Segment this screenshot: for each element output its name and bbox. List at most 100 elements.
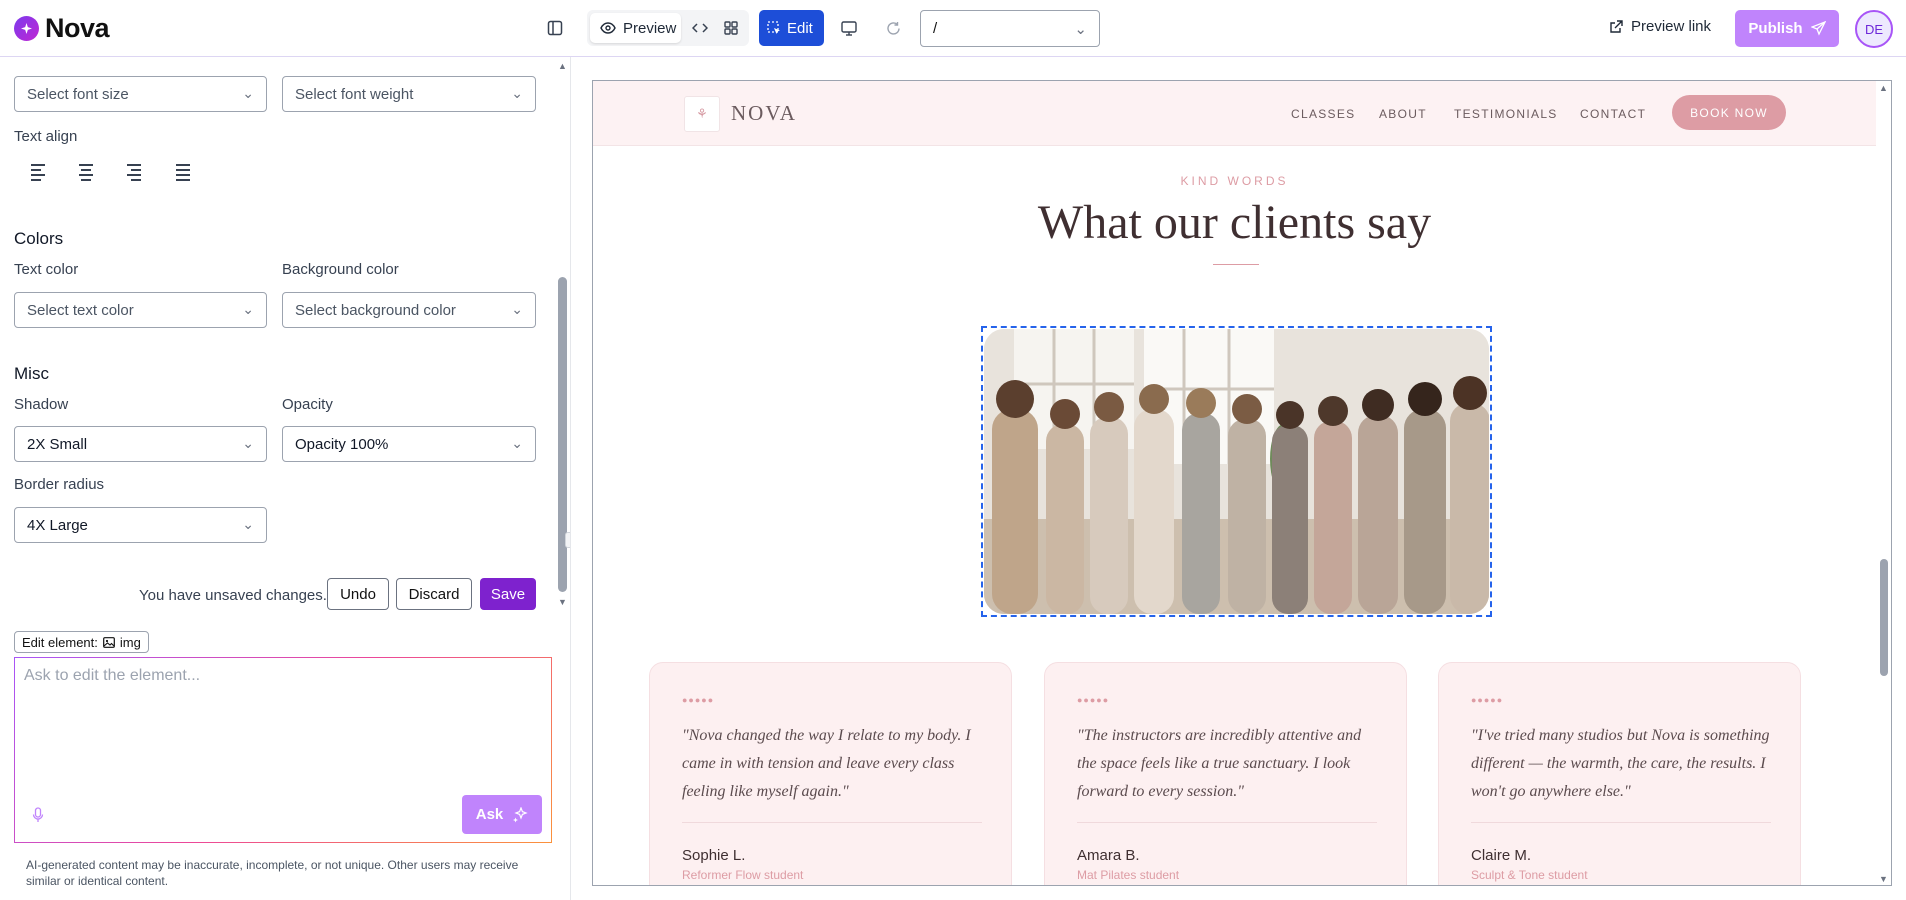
chevron-down-icon: ⌄ — [511, 435, 523, 451]
preview-mode-button[interactable]: Preview — [590, 13, 681, 43]
resize-handle-icon[interactable]: ⁞ — [565, 532, 570, 548]
opacity-value: Opacity 100% — [295, 436, 389, 453]
font-size-placeholder: Select font size — [27, 86, 129, 103]
scroll-up-icon[interactable]: ▲ — [1879, 83, 1888, 93]
page-path-value: / — [933, 20, 938, 37]
title-divider — [1213, 264, 1259, 265]
card-divider — [1471, 822, 1771, 823]
preview-link-button[interactable]: Preview link — [1609, 18, 1711, 35]
font-weight-select[interactable]: Select font weight ⌄ — [282, 76, 536, 112]
nav-link-testimonials[interactable]: TESTIMONIALS — [1454, 107, 1558, 121]
background-color-placeholder: Select background color — [295, 302, 456, 319]
app-logo[interactable]: Nova — [14, 13, 110, 44]
chevron-down-icon: ⌄ — [511, 301, 523, 317]
top-toolbar: Nova Preview Edit / ⌄ Preview link Publi… — [0, 0, 1906, 57]
site-logo-icon[interactable]: ⚘ — [684, 96, 720, 132]
edit-element-label: Edit element: — [22, 634, 98, 650]
testimonial-quote: "Nova changed the way I relate to my bod… — [682, 727, 971, 800]
text-color-label: Text color — [14, 261, 79, 278]
text-color-select[interactable]: Select text color ⌄ — [14, 292, 267, 328]
scroll-down-icon[interactable]: ▼ — [1879, 874, 1888, 884]
chevron-down-icon: ⌄ — [242, 435, 254, 451]
sidebar-toggle-icon[interactable] — [543, 16, 567, 40]
publish-button[interactable]: Publish — [1735, 10, 1839, 47]
book-now-button[interactable]: BOOK NOW — [1672, 95, 1786, 130]
chevron-down-icon: ⌄ — [242, 85, 254, 101]
site-brand[interactable]: NOVA — [731, 101, 797, 126]
chevron-down-icon: ⌄ — [242, 516, 254, 532]
nav-link-about[interactable]: ABOUT — [1379, 107, 1427, 121]
align-left-icon[interactable] — [31, 164, 49, 181]
discard-button[interactable]: Discard — [396, 578, 472, 610]
ask-input[interactable]: Ask to edit the element... Ask — [14, 657, 552, 843]
rating-dots: ●●●●● — [682, 695, 715, 705]
unsaved-changes-text: You have unsaved changes. — [139, 587, 327, 604]
background-color-label: Background color — [282, 261, 399, 278]
misc-heading: Misc — [14, 364, 49, 383]
code-view-icon[interactable] — [688, 16, 712, 40]
edit-element-chip: Edit element: img — [14, 631, 149, 653]
testimonial-name: Claire M. — [1471, 847, 1532, 864]
sparkles-icon — [513, 806, 528, 822]
border-radius-value: 4X Large — [27, 517, 88, 534]
shadow-select[interactable]: 2X Small ⌄ — [14, 426, 267, 462]
testimonial-quote: "I've tried many studios but Nova is som… — [1471, 727, 1770, 800]
chevron-down-icon: ⌄ — [511, 85, 523, 101]
align-justify-icon[interactable] — [176, 164, 194, 181]
background-color-select[interactable]: Select background color ⌄ — [282, 292, 536, 328]
clients-group-photo[interactable] — [984, 329, 1489, 614]
align-right-icon[interactable] — [127, 164, 145, 181]
panel-scrollbar[interactable]: ▲ ▼ — [557, 57, 569, 612]
components-icon[interactable] — [719, 16, 743, 40]
group-photo-illustration — [984, 329, 1489, 614]
testimonial-card: ●●●●● "I've tried many studios but Nova … — [1438, 662, 1801, 885]
preview-link-label: Preview link — [1631, 18, 1712, 35]
nav-link-classes[interactable]: CLASSES — [1291, 107, 1355, 121]
preview-scrollbar[interactable]: ▲ ▼ — [1877, 81, 1891, 885]
selected-image-outline[interactable] — [981, 326, 1492, 617]
app-name: Nova — [45, 13, 110, 43]
rating-dots: ●●●●● — [1077, 695, 1110, 705]
nav-link-contact[interactable]: CONTACT — [1580, 107, 1646, 121]
page-path-select[interactable]: / ⌄ — [920, 10, 1100, 47]
align-center-icon[interactable] — [79, 164, 97, 181]
view-mode-segment: Preview — [587, 10, 749, 46]
shadow-label: Shadow — [14, 396, 69, 413]
refresh-icon[interactable] — [881, 16, 905, 40]
colors-heading: Colors — [14, 229, 64, 248]
testimonial-card: ●●●●● "The instructors are incredibly at… — [1044, 662, 1407, 885]
shadow-value: 2X Small — [27, 436, 88, 453]
preview-mode-label: Preview — [623, 19, 677, 37]
send-icon — [1810, 21, 1826, 36]
testimonial-role: Sculpt & Tone student — [1471, 868, 1588, 882]
ask-input-placeholder: Ask to edit the element... — [24, 667, 201, 684]
chevron-down-icon: ⌄ — [242, 301, 254, 317]
ask-button[interactable]: Ask — [462, 795, 542, 834]
save-button[interactable]: Save — [480, 578, 536, 610]
rating-dots: ●●●●● — [1471, 695, 1504, 705]
testimonial-role: Mat Pilates student — [1077, 868, 1180, 882]
card-divider — [682, 822, 982, 823]
microphone-icon[interactable] — [32, 807, 46, 823]
undo-button[interactable]: Undo — [327, 578, 389, 610]
preview-scroll-thumb[interactable] — [1880, 559, 1888, 676]
eye-icon — [600, 22, 616, 34]
edit-mode-button[interactable]: Edit — [759, 10, 824, 46]
ask-button-label: Ask — [475, 806, 504, 823]
opacity-label: Opacity — [282, 396, 333, 413]
chevron-down-icon: ⌄ — [1074, 21, 1087, 38]
desktop-view-icon[interactable] — [837, 16, 861, 40]
user-avatar[interactable]: DE — [1855, 10, 1893, 48]
scroll-up-icon[interactable]: ▲ — [558, 61, 567, 71]
testimonial-quote: "The instructors are incredibly attentiv… — [1077, 727, 1362, 800]
testimonial-role: Reformer Flow student — [682, 868, 804, 882]
opacity-select[interactable]: Opacity 100% ⌄ — [282, 426, 536, 462]
scroll-down-icon[interactable]: ▼ — [558, 597, 567, 607]
publish-label: Publish — [1748, 20, 1803, 37]
border-radius-select[interactable]: 4X Large ⌄ — [14, 507, 267, 543]
image-icon — [102, 636, 115, 648]
testimonial-card: ●●●●● "Nova changed the way I relate to … — [649, 662, 1012, 885]
font-size-select[interactable]: Select font size ⌄ — [14, 76, 267, 112]
text-align-label: Text align — [14, 128, 78, 145]
site-navbar: ⚘ NOVA CLASSES ABOUT TESTIMONIALS CONTAC… — [593, 81, 1876, 146]
